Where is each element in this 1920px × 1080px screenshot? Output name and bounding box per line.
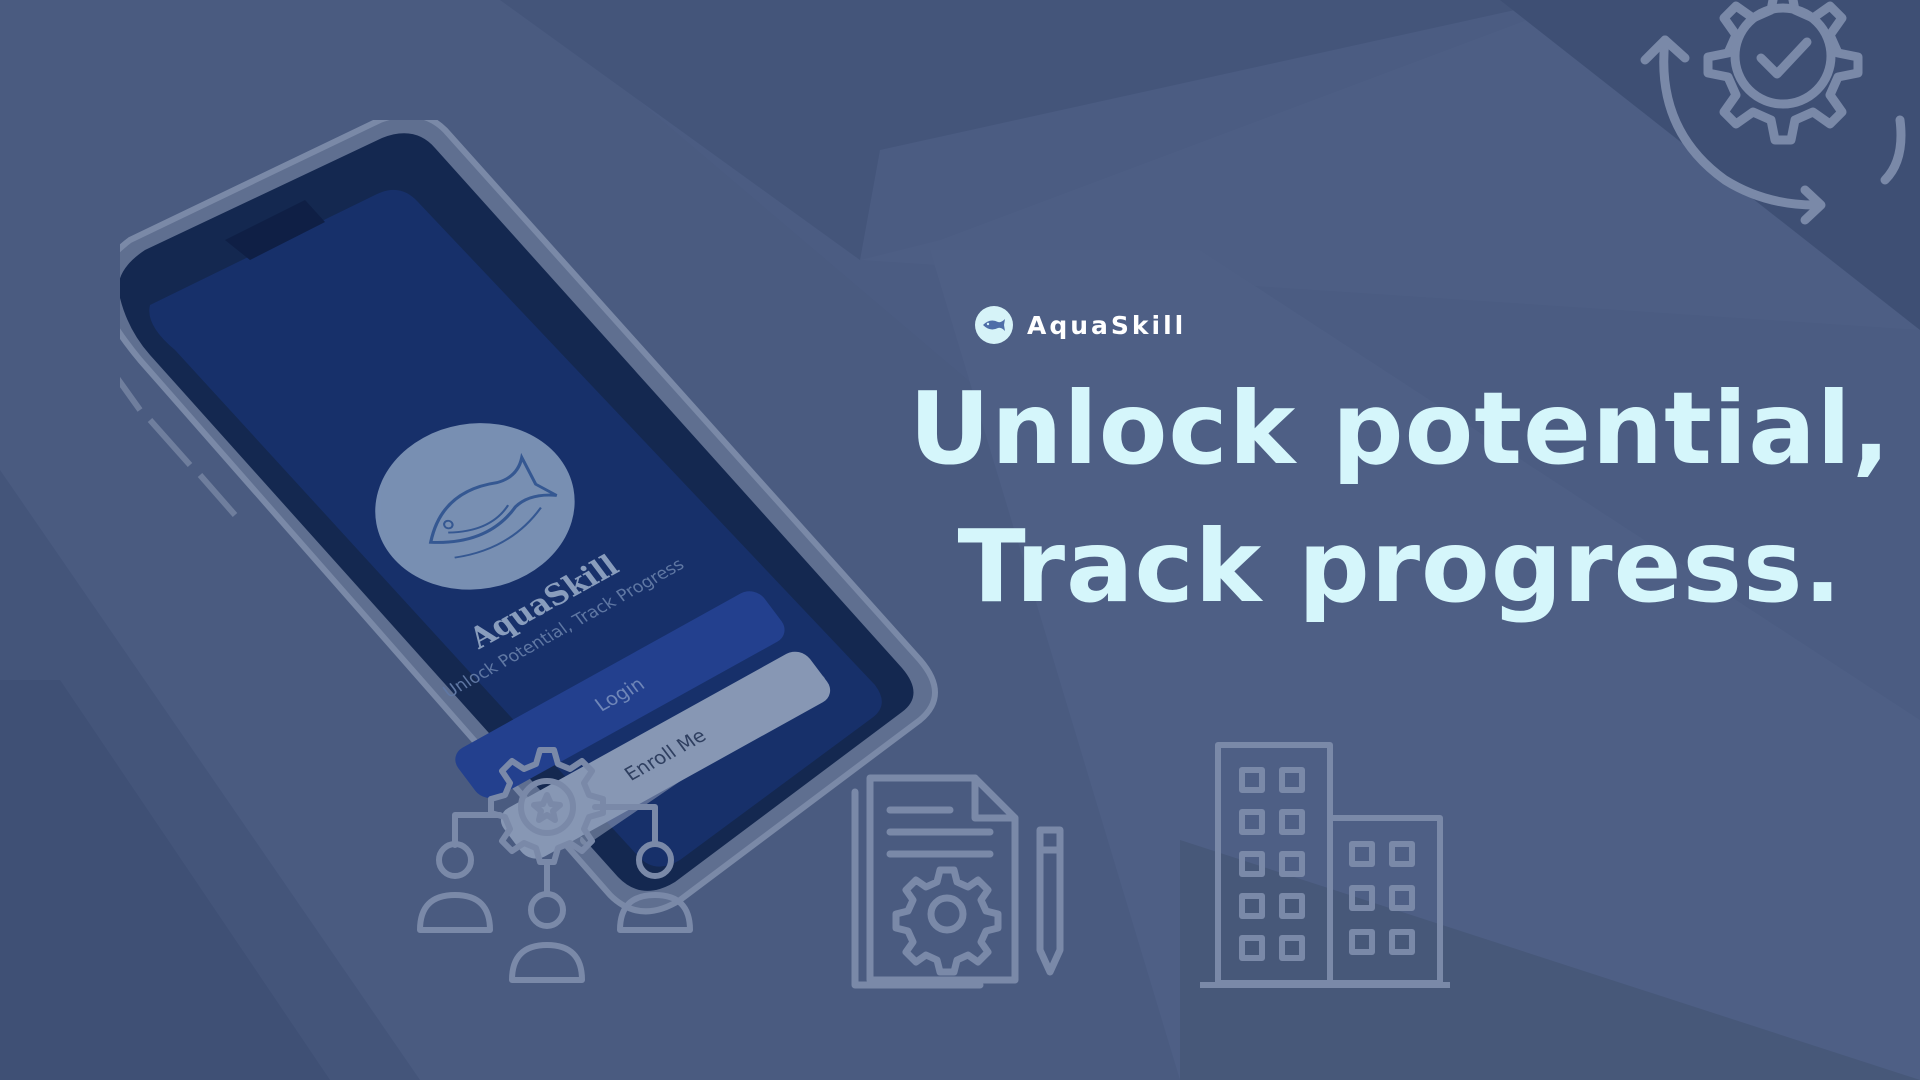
- brand-name: AquaSkill: [1027, 310, 1187, 340]
- team-gear-icon: [417, 747, 693, 983]
- brand-lockup: AquaSkill: [975, 306, 1186, 344]
- headline: Unlock potential, Track progress.: [900, 360, 1900, 636]
- gear-check-cycle-icon: [1640, 0, 1906, 225]
- hero-banner: AquaSkill Unlock Potential, Track Progre…: [0, 0, 1920, 1080]
- brand-logo: [975, 306, 1013, 344]
- headline-line-1: Unlock potential,: [909, 370, 1891, 487]
- fish-icon: [983, 319, 1005, 331]
- buildings-icon: [1200, 742, 1450, 988]
- headline-line-2: Track progress.: [957, 508, 1843, 625]
- document-gear-pencil-icon: [851, 774, 1064, 989]
